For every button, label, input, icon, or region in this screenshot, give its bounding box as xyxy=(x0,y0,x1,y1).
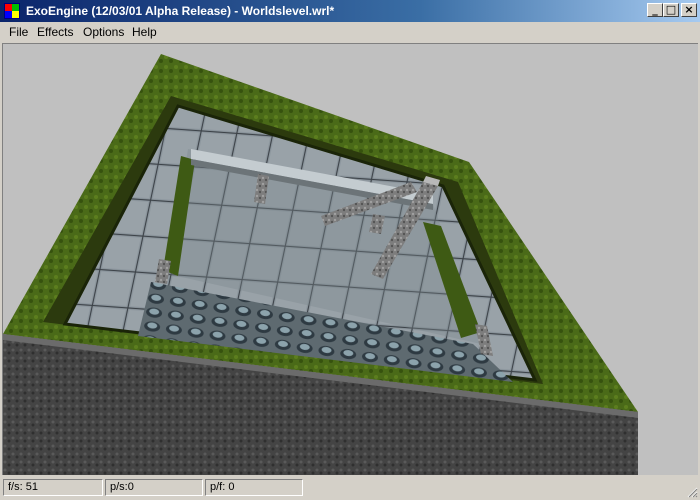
status-polys-per-second: p/s:0 xyxy=(105,479,203,496)
menu-bar: File Effects Options Help xyxy=(0,22,700,42)
menu-file[interactable]: File xyxy=(9,25,28,39)
minimize-button[interactable]: _ xyxy=(647,3,663,17)
status-fps: f/s: 51 xyxy=(3,479,103,496)
menu-options[interactable]: Options xyxy=(83,25,124,39)
close-button[interactable]: × xyxy=(681,3,697,17)
maximize-button[interactable]: □ xyxy=(663,3,679,17)
title-bar[interactable]: ExoEngine (12/03/01 Alpha Release) - Wor… xyxy=(0,0,700,22)
menu-help[interactable]: Help xyxy=(132,25,157,39)
app-window: ExoEngine (12/03/01 Alpha Release) - Wor… xyxy=(0,0,700,500)
app-icon[interactable] xyxy=(4,3,20,19)
menu-effects[interactable]: Effects xyxy=(37,25,73,39)
status-polys-per-frame: p/f: 0 xyxy=(205,479,303,496)
resize-grip-icon[interactable] xyxy=(686,486,698,498)
render-viewport[interactable] xyxy=(2,43,698,475)
window-title: ExoEngine (12/03/01 Alpha Release) - Wor… xyxy=(26,4,335,18)
scene-render xyxy=(3,54,638,475)
status-bar: f/s: 51 p/s:0 p/f: 0 xyxy=(0,476,700,500)
window-controls: _ □ × xyxy=(647,3,697,17)
